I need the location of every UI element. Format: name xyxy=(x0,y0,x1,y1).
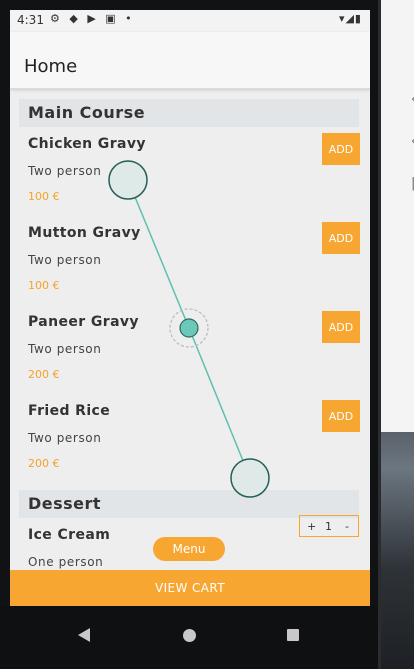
add-button-paneer-gravy[interactable]: ADD xyxy=(322,311,360,343)
item-name: Fried Rice xyxy=(28,403,111,419)
app-bar: Home xyxy=(10,32,370,89)
quantity-stepper: + 1 - xyxy=(299,515,359,537)
menu-list[interactable]: Main Course Chicken Gravy Two person 100… xyxy=(10,90,370,580)
home-icon[interactable] xyxy=(183,629,196,642)
item-serving: One person xyxy=(28,555,104,569)
status-bar: 4:31 ⚙ ◆ ▶ ▣ • ▾◢▮ xyxy=(10,10,370,32)
section-header-dessert: Dessert xyxy=(19,490,359,518)
item-price: 100 € xyxy=(28,279,60,292)
item-serving: Two person xyxy=(28,164,102,178)
item-serving: Two person xyxy=(28,253,102,267)
quantity-value: 1 xyxy=(325,520,332,533)
status-time: 4:31 xyxy=(17,13,44,27)
item-price: 100 € xyxy=(28,190,60,203)
section-title: Main Course xyxy=(28,103,146,122)
item-serving: Two person xyxy=(28,342,102,356)
item-name: Chicken Gravy xyxy=(28,136,146,152)
add-button-mutton-gravy[interactable]: ADD xyxy=(322,222,360,254)
app-screen: 4:31 ⚙ ◆ ▶ ▣ • ▾◢▮ Home Main Course Chic… xyxy=(10,10,370,606)
status-notification-icons: ⚙ ◆ ▶ ▣ • xyxy=(50,12,135,25)
menu-button[interactable]: Menu xyxy=(153,537,225,561)
item-name: Mutton Gravy xyxy=(28,225,141,241)
item-price: 200 € xyxy=(28,368,60,381)
section-title: Dessert xyxy=(28,494,102,513)
plus-button[interactable]: + xyxy=(307,520,316,533)
system-nav-bar xyxy=(0,606,378,669)
section-header-main-course: Main Course xyxy=(19,99,359,127)
item-name: Ice Cream xyxy=(28,527,111,543)
view-cart-button[interactable]: VIEW CART xyxy=(10,570,370,606)
item-name: Paneer Gravy xyxy=(28,314,139,330)
status-system-icons: ▾◢▮ xyxy=(338,12,362,25)
item-serving: Two person xyxy=(28,431,102,445)
page-title: Home xyxy=(24,56,78,77)
phone-frame: 4:31 ⚙ ◆ ▶ ▣ • ▾◢▮ Home Main Course Chic… xyxy=(0,0,381,669)
item-price: 200 € xyxy=(28,457,60,470)
minus-button[interactable]: - xyxy=(345,520,349,533)
desktop-side-panel: ‹ ‹ | xyxy=(380,0,414,432)
recent-apps-icon[interactable] xyxy=(287,629,299,641)
back-icon[interactable] xyxy=(78,628,90,642)
add-button-fried-rice[interactable]: ADD xyxy=(322,400,360,432)
add-button-chicken-gravy[interactable]: ADD xyxy=(322,133,360,165)
